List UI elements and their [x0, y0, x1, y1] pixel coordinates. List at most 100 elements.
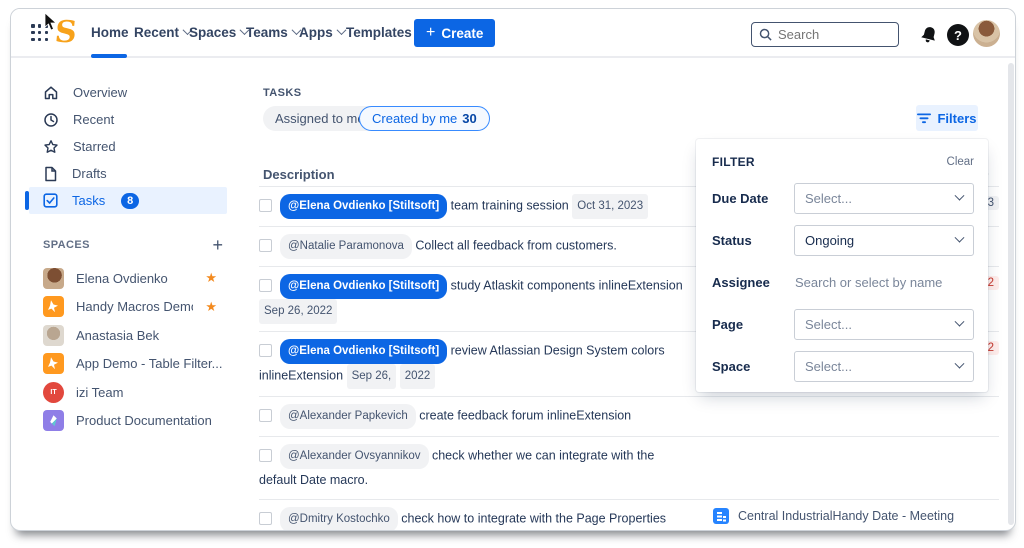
- task-checkbox[interactable]: [259, 198, 272, 212]
- space-icon-app-demo: [43, 353, 64, 375]
- nav-recent[interactable]: Recent: [134, 25, 193, 40]
- status-select[interactable]: Ongoing: [794, 225, 974, 256]
- chevron-down-icon: [954, 358, 965, 369]
- space-item-izi-team[interactable]: IT izi Team: [29, 378, 227, 407]
- spaces-title: SPACES: [43, 239, 90, 251]
- mention-pill[interactable]: @Natalie Paramonova: [280, 234, 412, 259]
- task-checkbox[interactable]: [259, 278, 272, 292]
- stiltsoft-logo[interactable]: S: [53, 15, 78, 50]
- column-header-description[interactable]: Description: [263, 167, 335, 182]
- page-icon: [713, 508, 729, 524]
- mention-pill[interactable]: @Elena Ovdienko [Stiltsoft]: [280, 194, 448, 219]
- due-date-select[interactable]: Select...: [794, 183, 974, 214]
- sidebar-item-recent[interactable]: Recent: [29, 106, 227, 133]
- add-space-button[interactable]: +: [212, 236, 223, 254]
- date-pill: 2022: [399, 364, 436, 389]
- task-description: @Alexander Ovsyannikov check whether we …: [259, 444, 687, 492]
- nav-teams[interactable]: Teams: [246, 25, 302, 40]
- space-icon-izi: IT: [43, 381, 64, 403]
- space-icon-rocket: [43, 410, 64, 432]
- page-select[interactable]: Select...: [794, 309, 974, 340]
- task-row: @Dmitry Kostochko check how to integrate…: [259, 500, 999, 530]
- app-switcher-icon[interactable]: [31, 24, 49, 42]
- filter-panel: FILTER Clear Due Date Select... Status O…: [696, 139, 988, 392]
- app-window: S Home Recent Spaces Teams Apps Template…: [10, 8, 1016, 531]
- nav-spaces[interactable]: Spaces: [189, 25, 250, 40]
- tab-count: 30: [462, 111, 477, 126]
- help-icon[interactable]: ?: [945, 22, 971, 48]
- mention-pill[interactable]: @Alexander Ovsyannikov: [280, 444, 429, 469]
- nav-apps[interactable]: Apps: [299, 25, 347, 40]
- filter-label-due-date: Due Date: [712, 191, 769, 206]
- screenshot-page: S Home Recent Spaces Teams Apps Template…: [0, 0, 1024, 548]
- space-item-elena-ovdienko[interactable]: Elena Ovdienko ★: [29, 264, 227, 293]
- sidebar-item-drafts[interactable]: Drafts: [29, 160, 227, 187]
- space-select[interactable]: Select...: [794, 351, 974, 382]
- star-icon: [44, 139, 58, 153]
- filter-label-status: Status: [712, 233, 752, 248]
- task-page-link[interactable]: Central IndustrialHandy Date - Meeting n…: [713, 507, 969, 530]
- space-item-app-demo[interactable]: App Demo - Table Filter...: [29, 350, 227, 379]
- space-item-product-documentation[interactable]: Product Documentation: [29, 407, 227, 436]
- search-input[interactable]: [778, 27, 878, 42]
- date-pill: Sep 26, 2022: [259, 299, 338, 324]
- mention-pill[interactable]: @Elena Ovdienko [Stiltsoft]: [280, 274, 448, 299]
- filter-icon: [917, 113, 932, 123]
- sidebar-item-overview[interactable]: Overview: [29, 79, 227, 106]
- task-description: @Elena Ovdienko [Stiltsoft] team trainin…: [259, 194, 687, 219]
- sidebar-item-tasks[interactable]: Tasks 8: [25, 187, 227, 214]
- task-description: @Elena Ovdienko [Stiltsoft] review Atlas…: [259, 339, 687, 389]
- tab-created-by-me[interactable]: Created by me 30: [359, 106, 490, 131]
- filter-label-space: Space: [712, 359, 751, 374]
- task-description: @Elena Ovdienko [Stiltsoft] study Atlask…: [259, 274, 687, 324]
- active-tab-indicator: [91, 54, 127, 58]
- space-icon-handy: [43, 296, 64, 318]
- draft-page-icon: [45, 166, 57, 181]
- filter-panel-title: FILTER: [712, 155, 755, 169]
- task-checkbox[interactable]: [259, 343, 272, 357]
- sidebar-item-label: Recent: [73, 112, 115, 127]
- task-row: @Alexander Ovsyannikov check whether we …: [259, 437, 999, 500]
- date-pill: Oct 31, 2023: [572, 194, 649, 219]
- assignee-search-input[interactable]: Search or select by name: [794, 275, 974, 290]
- chevron-down-icon: [954, 316, 965, 327]
- nav-home[interactable]: Home: [91, 25, 129, 40]
- notifications-bell-icon[interactable]: [916, 22, 942, 48]
- task-description: @Dmitry Kostochko check how to integrate…: [259, 507, 687, 530]
- chevron-down-icon: [954, 190, 965, 201]
- task-description: @Alexander Papkevich create feedback for…: [259, 404, 687, 429]
- plus-icon: +: [426, 24, 436, 41]
- filters-button[interactable]: Filters: [916, 105, 978, 131]
- filter-label-page: Page: [712, 317, 744, 332]
- top-navigation-bar: S Home Recent Spaces Teams Apps Template…: [11, 9, 1015, 58]
- spaces-header: SPACES +: [43, 236, 223, 254]
- nav-templates[interactable]: Templates: [346, 25, 412, 40]
- task-checkbox[interactable]: [259, 238, 272, 252]
- mention-pill[interactable]: @Alexander Papkevich: [280, 404, 416, 429]
- search-icon: [759, 28, 772, 41]
- task-checkbox[interactable]: [259, 448, 272, 462]
- starred-icon[interactable]: ★: [205, 299, 217, 315]
- vertical-scrollbar[interactable]: [1008, 63, 1014, 525]
- starred-icon[interactable]: ★: [205, 270, 217, 286]
- task-row: @Alexander Papkevich create feedback for…: [259, 397, 999, 437]
- space-avatar: [43, 267, 64, 289]
- clear-filters-link[interactable]: Clear: [947, 156, 974, 168]
- filter-label-assignee: Assignee: [712, 275, 770, 290]
- user-avatar[interactable]: [973, 20, 1000, 47]
- task-checkbox[interactable]: [259, 511, 272, 525]
- sidebar-item-label: Overview: [73, 85, 128, 100]
- create-button[interactable]: + Create: [414, 19, 496, 47]
- task-checkbox-icon: [43, 193, 58, 208]
- search-box[interactable]: [751, 22, 899, 47]
- sidebar-item-label: Drafts: [72, 166, 107, 181]
- selected-indicator: [25, 191, 29, 210]
- mention-pill[interactable]: @Dmitry Kostochko: [280, 507, 398, 530]
- space-item-anastasia-bek[interactable]: Anastasia Bek: [29, 321, 227, 350]
- mention-pill[interactable]: @Elena Ovdienko [Stiltsoft]: [280, 339, 448, 364]
- space-item-handy-macros[interactable]: Handy Macros Demo S... ★: [29, 293, 227, 322]
- chevron-down-icon: [336, 25, 347, 36]
- sidebar-item-starred[interactable]: Starred: [29, 133, 227, 160]
- tasks-count-badge: 8: [121, 192, 140, 209]
- task-checkbox[interactable]: [259, 408, 272, 422]
